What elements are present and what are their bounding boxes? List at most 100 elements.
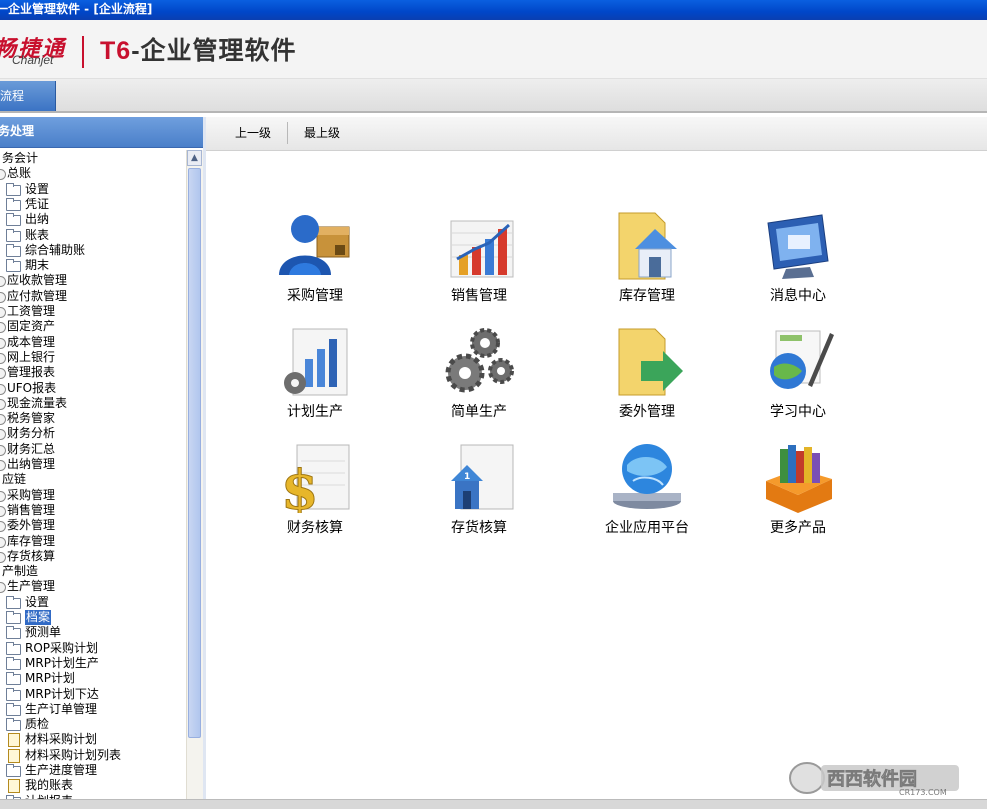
expand-node-icon[interactable] bbox=[0, 505, 6, 517]
app-financial-accounting[interactable]: $ 财务核算 bbox=[249, 441, 369, 551]
app-enterprise-platform[interactable]: 企业应用平台 bbox=[581, 441, 701, 551]
gears-icon bbox=[445, 328, 514, 393]
tree-node[interactable]: 应收款管理 bbox=[0, 273, 186, 288]
scroll-thumb[interactable] bbox=[188, 168, 201, 738]
product-title: -企业管理软件 bbox=[131, 37, 297, 65]
tree-node[interactable]: 综合辅助账 bbox=[0, 243, 186, 258]
tree-node[interactable]: 库存管理 bbox=[0, 534, 186, 549]
expand-node-icon[interactable] bbox=[0, 582, 6, 594]
tree-node[interactable]: 存货核算 bbox=[0, 549, 186, 564]
tree-node[interactable]: 材料采购计划列表 bbox=[0, 748, 186, 763]
app-label: 采购管理 bbox=[287, 288, 343, 304]
tree-node[interactable]: 生产进度管理 bbox=[0, 763, 186, 778]
app-simple-production[interactable]: 简单生产 bbox=[413, 325, 533, 435]
tree-node[interactable]: 出纳 bbox=[0, 212, 186, 227]
expand-node-icon[interactable] bbox=[0, 276, 6, 288]
tree-node[interactable]: 应付款管理 bbox=[0, 289, 186, 304]
tree-node-label: 产制造 bbox=[2, 564, 39, 579]
app-launcher-grid: 采购管理 销售管理 库存管理 消息中心 计划生产 简单生产 委外管理 学习中心 … bbox=[206, 151, 987, 800]
tree-node-label: 成本管理 bbox=[7, 334, 56, 349]
app-planned-production[interactable]: 计划生产 bbox=[249, 325, 369, 435]
tree-node[interactable]: 产制造 bbox=[0, 564, 186, 579]
tree-node[interactable]: 采购管理 bbox=[0, 488, 186, 503]
tree-node[interactable]: 税务管家 bbox=[0, 411, 186, 426]
up-one-level-button[interactable]: 上一级 bbox=[235, 117, 271, 150]
tree-node[interactable]: 设置 bbox=[0, 182, 186, 197]
app-label: 更多产品 bbox=[770, 520, 826, 536]
tree-node[interactable]: 网上银行 bbox=[0, 350, 186, 365]
watermark-logo: 西西软件园 CR173.COM bbox=[787, 758, 967, 798]
tree-node[interactable]: 销售管理 bbox=[0, 503, 186, 518]
tree-node[interactable]: ROP采购计划 bbox=[0, 641, 186, 656]
tab-flow[interactable]: 流程 bbox=[0, 81, 56, 111]
tree-node[interactable]: MRP计划下达 bbox=[0, 687, 186, 702]
folder-icon bbox=[6, 197, 21, 211]
tree-node[interactable]: 财务分析 bbox=[0, 426, 186, 441]
folder-icon bbox=[6, 213, 21, 227]
tree-node[interactable]: UFO报表 bbox=[0, 381, 186, 396]
tree-node[interactable]: 凭证 bbox=[0, 197, 186, 212]
tree-node[interactable]: 工资管理 bbox=[0, 304, 186, 319]
tree-node[interactable]: 应链 bbox=[0, 472, 186, 487]
app-stock-accounting[interactable]: 1 存货核算 bbox=[413, 441, 533, 551]
expand-node-icon[interactable] bbox=[0, 368, 6, 380]
tree-node-label: 应付款管理 bbox=[7, 288, 68, 303]
tree-node[interactable]: 现金流量表 bbox=[0, 396, 186, 411]
expand-node-icon[interactable] bbox=[0, 551, 6, 563]
scroll-up-arrow-icon[interactable]: ▲ bbox=[187, 150, 202, 166]
tree-node[interactable]: 我的账表 bbox=[0, 778, 186, 794]
tree-node[interactable]: 财务汇总 bbox=[0, 442, 186, 457]
app-label: 存货核算 bbox=[451, 520, 507, 536]
tree-node[interactable]: 生产管理 bbox=[0, 579, 186, 594]
inventory-house-icon bbox=[618, 212, 677, 280]
app-learning-center[interactable]: 学习中心 bbox=[732, 325, 852, 435]
expand-node-icon[interactable] bbox=[0, 337, 6, 349]
tree-node[interactable]: 成本管理 bbox=[0, 335, 186, 350]
tree-scrollbar[interactable]: ▲ bbox=[186, 150, 203, 800]
tree-node-label: 采购管理 bbox=[7, 487, 56, 502]
tree-node[interactable]: 管理报表 bbox=[0, 365, 186, 380]
tree-node[interactable]: 预测单 bbox=[0, 625, 186, 640]
expand-node-icon[interactable] bbox=[0, 322, 6, 334]
tree-node[interactable]: 质检 bbox=[0, 717, 186, 732]
expand-node-icon[interactable] bbox=[0, 414, 6, 426]
app-more-products[interactable]: 更多产品 bbox=[732, 441, 852, 551]
tree-node[interactable]: 生产订单管理 bbox=[0, 702, 186, 717]
expand-node-icon[interactable] bbox=[0, 307, 6, 318]
app-message-center[interactable]: 消息中心 bbox=[732, 209, 852, 319]
app-label: 销售管理 bbox=[451, 288, 507, 304]
purchase-manager-icon bbox=[279, 215, 350, 275]
expand-node-icon[interactable] bbox=[0, 536, 6, 548]
tree-node[interactable]: 设置 bbox=[0, 595, 186, 610]
expand-node-icon[interactable] bbox=[0, 398, 6, 410]
tree-node[interactable]: 账表 bbox=[0, 228, 186, 243]
expand-node-icon[interactable] bbox=[0, 352, 6, 364]
expand-node-icon[interactable] bbox=[0, 521, 6, 533]
product-name: T6-企业管理软件 bbox=[100, 31, 297, 67]
tree-node[interactable]: 固定资产 bbox=[0, 319, 186, 334]
expand-node-icon[interactable] bbox=[0, 460, 6, 471]
top-level-button[interactable]: 最上级 bbox=[304, 117, 340, 150]
tree-node[interactable]: MRP计划生产 bbox=[0, 656, 186, 671]
expand-node-icon[interactable] bbox=[0, 291, 6, 303]
expand-node-icon[interactable] bbox=[0, 169, 6, 181]
tree-node[interactable]: 档案 bbox=[0, 610, 186, 625]
tree-node[interactable]: MRP计划 bbox=[0, 671, 186, 686]
tree-node[interactable]: 总账 bbox=[0, 166, 186, 181]
expand-node-icon[interactable] bbox=[0, 490, 6, 502]
expand-node-icon[interactable] bbox=[0, 383, 6, 395]
expand-node-icon[interactable] bbox=[0, 429, 6, 441]
folder-icon bbox=[6, 243, 21, 257]
tree-node[interactable]: 务会计 bbox=[0, 151, 186, 166]
app-sales-manage[interactable]: 销售管理 bbox=[413, 209, 533, 319]
tree-node[interactable]: 出纳管理 bbox=[0, 457, 186, 472]
expand-node-icon[interactable] bbox=[0, 444, 6, 456]
tree-node[interactable]: 期末 bbox=[0, 258, 186, 273]
brand-header: 畅捷通 Chanjet T6-企业管理软件 bbox=[0, 20, 987, 79]
app-inventory-manage[interactable]: 库存管理 bbox=[581, 209, 701, 319]
tree-node[interactable]: 材料采购计划 bbox=[0, 732, 186, 748]
app-purchase-manage[interactable]: 采购管理 bbox=[249, 209, 369, 319]
navigation-panel-header: 务处理 bbox=[0, 117, 203, 148]
tree-node[interactable]: 委外管理 bbox=[0, 518, 186, 533]
app-outsourcing-manage[interactable]: 委外管理 bbox=[581, 325, 701, 435]
